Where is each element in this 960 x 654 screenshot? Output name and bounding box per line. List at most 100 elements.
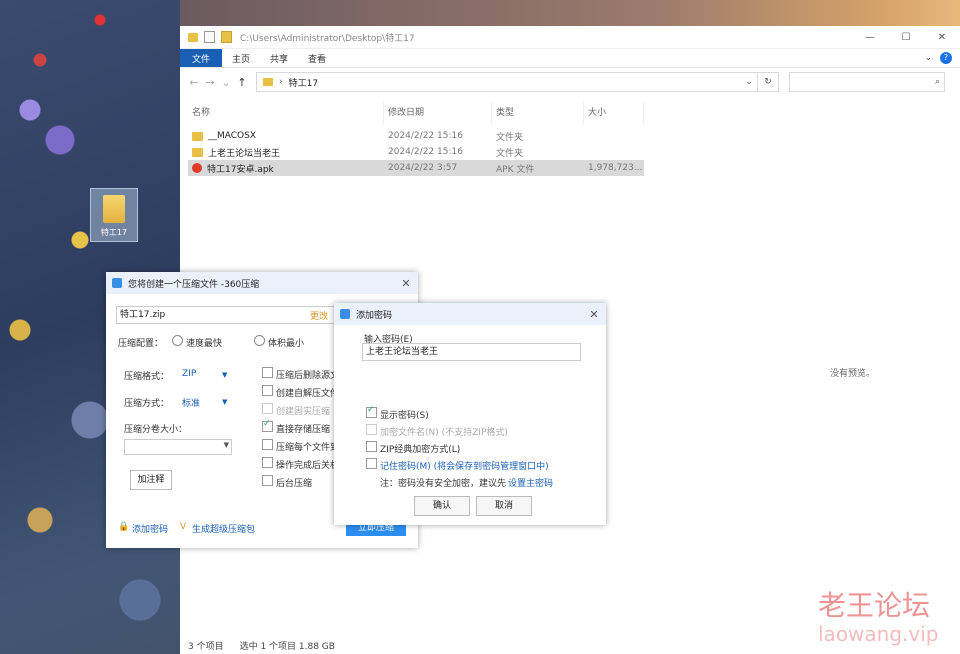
back-button[interactable]: ←: [186, 76, 202, 89]
option-label-1: 创建自解压文件: [276, 389, 340, 399]
apk-icon: [192, 163, 202, 173]
remember-password-checkbox[interactable]: [366, 458, 377, 469]
file-type: APK 文件: [496, 164, 535, 175]
file-size: 1,978,723...: [588, 163, 643, 173]
option-label-2: 创建固实压缩: [276, 407, 331, 417]
preview-pane-message: 没有预览。: [830, 369, 876, 379]
change-path-link[interactable]: 更改: [310, 309, 328, 322]
expand-ribbon-icon[interactable]: ⌄: [924, 53, 932, 63]
file-row[interactable]: 上老王论坛当老王 2024/2/22 15:16 文件夹: [188, 144, 644, 160]
column-name[interactable]: 名称: [188, 102, 384, 124]
navigation-bar: ← → ⌄ ↑ › 特工17 ⌄ ↻ ⌕: [180, 68, 960, 96]
file-modified: 2024/2/22 3:57: [388, 163, 458, 173]
method-select[interactable]: 标准: [182, 396, 200, 409]
security-note: 注：密码没有安全加密，建议先: [380, 479, 507, 489]
column-size[interactable]: 大小: [584, 102, 644, 124]
show-password-checkbox[interactable]: [366, 405, 377, 418]
file-type: 文件夹: [496, 132, 524, 143]
window-title: C:\Users\Administrator\Desktop\特工17: [240, 33, 415, 44]
tab-file[interactable]: 文件: [180, 49, 223, 67]
tab-view[interactable]: 查看: [298, 49, 336, 67]
file-row[interactable]: __MACOSX 2024/2/22 15:16 文件夹: [188, 128, 644, 144]
folder-icon: [192, 131, 203, 141]
close-button[interactable]: ✕: [924, 32, 960, 43]
format-label: 压缩格式：: [124, 372, 170, 382]
comment-button[interactable]: 加注释: [130, 470, 172, 490]
folder-icon: [192, 147, 203, 157]
generate-super-archive-link[interactable]: 生成超级压缩包: [192, 522, 255, 535]
set-master-password-link[interactable]: 设置主密码: [508, 476, 553, 489]
add-password-dialog: 添加密码 ✕ 输入密码(E) 上老王论坛当老王 显示密码(S) 加密文件名(N)…: [334, 303, 606, 525]
zip-app-icon: [112, 278, 122, 288]
close-icon[interactable]: ✕: [582, 308, 606, 321]
address-dropdown[interactable]: ⌄: [741, 77, 757, 87]
selection-info: 选中 1 个项目 1.88 GB: [239, 642, 335, 652]
file-list: __MACOSX 2024/2/22 15:16 文件夹 上老王论坛当老王 20…: [188, 128, 644, 176]
option-checkbox-1[interactable]: [262, 385, 273, 396]
option-label-6: 后台压缩: [276, 479, 313, 489]
lock-icon: 🔒: [118, 522, 130, 532]
maximize-button[interactable]: ☐: [888, 32, 924, 43]
minimize-button[interactable]: —: [852, 32, 888, 43]
file-name: 上老王论坛当老王: [208, 148, 281, 159]
address-bar[interactable]: › 特工17 ⌄: [256, 72, 758, 92]
breadcrumb-separator: ›: [279, 77, 283, 87]
password-input[interactable]: 上老王论坛当老王: [362, 343, 581, 361]
new-folder-icon[interactable]: [221, 31, 232, 43]
option-checkbox-5[interactable]: [262, 457, 273, 468]
desktop-icon-label: 特工17: [100, 228, 128, 237]
volume-size-select[interactable]: ▼: [124, 439, 232, 455]
breadcrumb-folder[interactable]: 特工17: [289, 76, 318, 89]
up-button[interactable]: ↑: [234, 76, 250, 89]
file-name: 特工17安卓.apk: [207, 164, 274, 175]
size-option-label: 体积最小: [268, 339, 305, 349]
recent-dropdown[interactable]: ⌄: [218, 76, 234, 89]
format-select[interactable]: ZIP: [182, 369, 196, 379]
column-modified[interactable]: 修改日期: [384, 102, 492, 124]
folder-icon: [263, 78, 273, 86]
item-count: 3 个项目: [188, 642, 224, 652]
password-dialog-title: 添加密码: [356, 310, 393, 321]
search-input[interactable]: ⌕: [789, 72, 945, 92]
encrypt-filenames-checkbox: [366, 424, 377, 435]
column-headers: 名称 修改日期 类型 大小: [188, 102, 648, 124]
option-checkbox-0[interactable]: [262, 367, 273, 378]
option-checkbox-4[interactable]: [262, 439, 273, 450]
tab-share[interactable]: 共享: [260, 49, 298, 67]
method-label: 压缩方式：: [124, 399, 170, 409]
file-type: 文件夹: [496, 148, 524, 159]
file-row-selected[interactable]: 特工17安卓.apk 2024/2/22 3:57 APK 文件 1,978,7…: [188, 160, 644, 176]
cancel-button[interactable]: 取消: [476, 496, 532, 516]
close-icon[interactable]: ✕: [394, 277, 418, 290]
add-password-link[interactable]: 添加密码: [132, 522, 168, 535]
zip-app-icon: [340, 309, 350, 319]
search-icon: ⌕: [934, 77, 940, 87]
option-label-5: 操作完成后关机: [276, 461, 340, 471]
chevron-down-icon[interactable]: ▼: [222, 371, 227, 379]
option-checkbox-3[interactable]: [262, 419, 273, 432]
watermark-url: laowang.vip: [818, 622, 939, 646]
help-icon[interactable]: ?: [940, 52, 952, 64]
speed-radio[interactable]: [172, 335, 183, 346]
zip-dialog-titlebar: 您将创建一个压缩文件 -360压缩 ✕: [106, 272, 418, 294]
chevron-down-icon[interactable]: ▼: [222, 398, 227, 406]
option-checkbox-2: [262, 403, 273, 414]
remember-password-label[interactable]: 记住密码(M) (将会保存到密码管理窗口中): [380, 459, 549, 472]
file-modified: 2024/2/22 15:16: [388, 147, 463, 157]
option-checkbox-6[interactable]: [262, 475, 273, 486]
refresh-button[interactable]: ↻: [758, 72, 779, 92]
show-password-label: 显示密码(S): [380, 411, 429, 421]
forward-button[interactable]: →: [202, 76, 218, 89]
volume-label: 压缩分卷大小：: [124, 425, 188, 435]
size-radio[interactable]: [254, 335, 265, 346]
option-label-3: 直接存储压缩: [276, 425, 331, 435]
tab-home[interactable]: 主页: [222, 49, 260, 67]
properties-icon[interactable]: [204, 31, 215, 43]
chevron-down-icon: ▼: [223, 441, 229, 449]
zip-classic-label: ZIP经典加密方式(L): [380, 445, 461, 455]
zip-classic-checkbox[interactable]: [366, 441, 377, 452]
confirm-button[interactable]: 确认: [414, 496, 470, 516]
column-type[interactable]: 类型: [492, 102, 584, 124]
desktop-folder-icon[interactable]: 特工17: [90, 188, 138, 242]
config-label: 压缩配置：: [118, 339, 164, 349]
